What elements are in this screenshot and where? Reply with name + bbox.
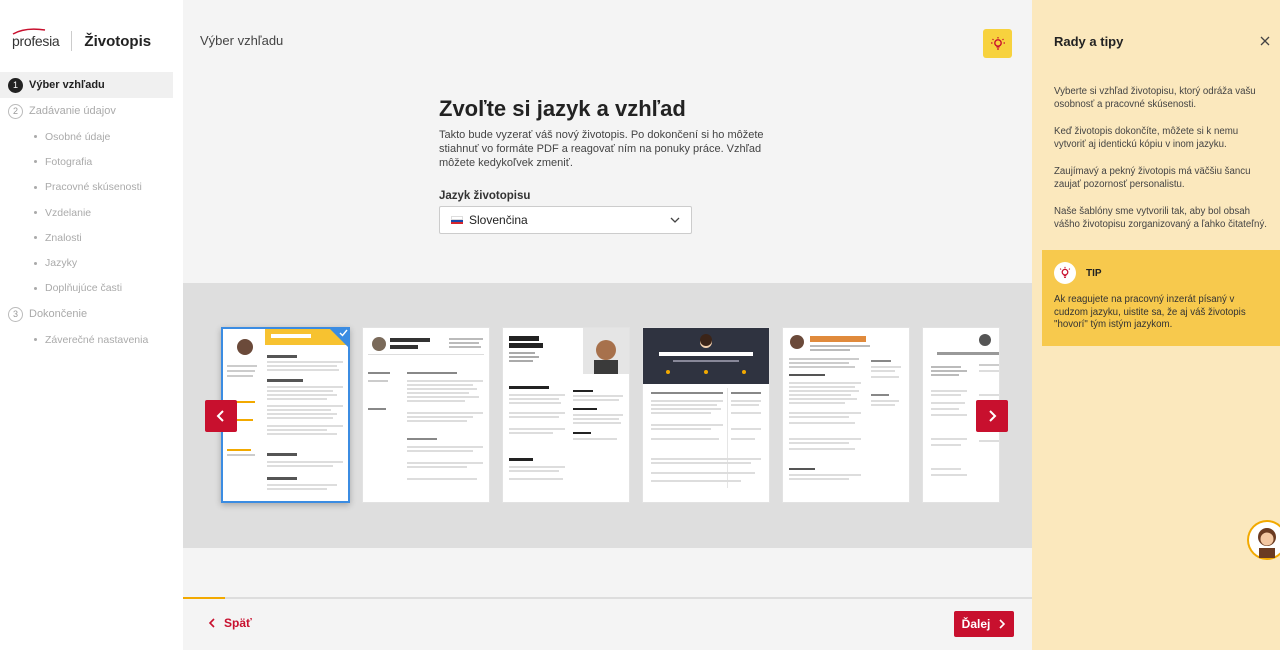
progress-bar — [183, 597, 1032, 599]
brand: profesia Životopis — [0, 0, 183, 82]
step-number: 2 — [8, 103, 23, 119]
carousel-prev-button[interactable] — [205, 400, 237, 432]
tip-header: TIP — [1054, 262, 1268, 284]
substep-additional[interactable]: Doplňujúce časti — [0, 276, 183, 301]
template-gallery — [183, 283, 1032, 548]
next-label: Ďalej — [961, 617, 991, 631]
profesia-logo[interactable]: profesia — [12, 28, 60, 49]
tip-paragraph: Vyberte si vzhľad životopisu, ktorý odrá… — [1054, 86, 1256, 110]
substep-skills[interactable]: Znalosti — [0, 225, 183, 250]
footer-nav: Späť Ďalej — [183, 548, 1032, 650]
chevron-right-icon — [989, 410, 997, 422]
tip-label: TIP — [1086, 267, 1102, 279]
product-name: Životopis — [84, 32, 152, 50]
substep-education[interactable]: Vzdelanie — [0, 200, 183, 225]
bullet-icon — [34, 261, 37, 265]
tip-box: TIP Ak reagujete na pracovný inzerát pís… — [1042, 250, 1280, 346]
substep-label: Záverečné nastavenia — [45, 333, 149, 346]
template-preview — [789, 335, 901, 480]
progress-fill — [183, 597, 226, 599]
bullet-icon — [34, 160, 37, 164]
template-card[interactable] — [782, 327, 910, 503]
template-card[interactable] — [221, 327, 350, 503]
bullet-icon — [34, 286, 37, 290]
slovak-flag-icon — [451, 216, 463, 224]
chevron-left-icon — [208, 618, 215, 628]
substep-personal[interactable]: Osobné údaje — [0, 124, 183, 149]
lightbulb-icon — [1054, 262, 1076, 284]
substep-label: Osobné údaje — [45, 130, 111, 143]
logo-swoosh-icon — [12, 28, 46, 35]
tips-panel-title: Rady a tipy — [1054, 34, 1124, 49]
back-label: Späť — [224, 616, 252, 630]
substep-label: Doplňujúce časti — [45, 282, 123, 295]
bullet-icon — [34, 338, 37, 342]
tips-panel-body: Vyberte si vzhľad životopisu, ktorý odrá… — [1054, 85, 1269, 245]
page-description: Takto bude vyzerať váš nový životopis. P… — [439, 129, 764, 169]
template-card[interactable] — [362, 327, 490, 503]
assistant-avatar-icon — [1249, 522, 1280, 558]
step-list: 1 Výber vzhľadu 2 Zadávanie údajov Osobn… — [0, 72, 183, 352]
hero: Zvoľte si jazyk a vzhľad Takto bude vyze… — [439, 96, 779, 170]
substep-label: Fotografia — [45, 155, 93, 168]
step-number: 1 — [8, 77, 23, 93]
chevron-down-icon — [670, 217, 680, 223]
substep-languages[interactable]: Jazyky — [0, 250, 183, 275]
template-preview — [368, 337, 484, 480]
substep-experience[interactable]: Pracovné skúsenosti — [0, 175, 183, 200]
step-number: 3 — [8, 306, 23, 322]
next-button[interactable]: Ďalej — [954, 611, 1014, 637]
step-label: Zadávanie údajov — [29, 105, 116, 117]
step-label: Dokončenie — [29, 308, 88, 321]
step-label: Výber vzhľadu — [29, 79, 105, 91]
brand-divider — [71, 31, 73, 51]
template-preview — [227, 329, 348, 490]
template-card[interactable] — [642, 327, 770, 503]
tip-text: Ak reagujete na pracovný inzerát písaný … — [1054, 294, 1246, 330]
substep-label: Jazyky — [45, 257, 78, 270]
main-header: Výber vzhľadu Zvoľte si jazyk a vzhľad T… — [183, 0, 1032, 283]
carousel-next-button[interactable] — [976, 400, 1008, 432]
step-data-entry[interactable]: 2 Zadávanie údajov — [0, 98, 183, 124]
tip-paragraph: Naše šablóny sme vytvorili tak, aby bol … — [1054, 206, 1267, 230]
substep-label: Vzdelanie — [45, 206, 92, 219]
step-appearance[interactable]: 1 Výber vzhľadu — [0, 72, 173, 98]
check-icon — [339, 329, 348, 337]
page-heading: Zvoľte si jazyk a vzhľad — [439, 96, 686, 121]
tip-paragraph: Zaujímavý a pekný životopis má väčšiu ša… — [1054, 166, 1251, 190]
lightbulb-icon — [990, 36, 1005, 50]
template-preview — [509, 328, 629, 480]
template-card[interactable] — [502, 327, 630, 503]
substep-label: Znalosti — [45, 231, 82, 244]
step-finish[interactable]: 3 Dokončenie — [0, 301, 183, 327]
substep-photo[interactable]: Fotografia — [0, 149, 183, 174]
close-icon[interactable] — [1258, 34, 1272, 48]
chevron-left-icon — [216, 410, 224, 422]
tips-panel: Rady a tipy Vyberte si vzhľad životopisu… — [1032, 0, 1280, 650]
bullet-icon — [34, 236, 37, 240]
sidebar: profesia Životopis 1 Výber vzhľadu 2 Zad… — [0, 0, 183, 650]
bullet-icon — [34, 185, 37, 189]
substep-final-settings[interactable]: Záverečné nastavenia — [0, 327, 183, 352]
back-button[interactable]: Späť — [208, 616, 252, 630]
bullet-icon — [34, 135, 37, 139]
substep-label: Pracovné skúsenosti — [45, 181, 142, 194]
chat-assistant-avatar[interactable] — [1247, 520, 1280, 560]
template-preview — [643, 328, 769, 488]
tip-paragraph: Keď životopis dokončíte, môžete si k nem… — [1054, 126, 1239, 150]
logo-text: profesia — [12, 33, 60, 49]
chevron-right-icon — [999, 619, 1006, 629]
language-select[interactable]: Slovenčina — [439, 206, 692, 234]
page-title: Výber vzhľadu — [200, 33, 284, 48]
language-value: Slovenčina — [469, 213, 528, 227]
main-content: Výber vzhľadu Zvoľte si jazyk a vzhľad T… — [183, 0, 1032, 650]
language-label: Jazyk životopisu — [439, 190, 531, 202]
tips-toggle-button[interactable] — [983, 29, 1012, 58]
bullet-icon — [34, 211, 37, 215]
